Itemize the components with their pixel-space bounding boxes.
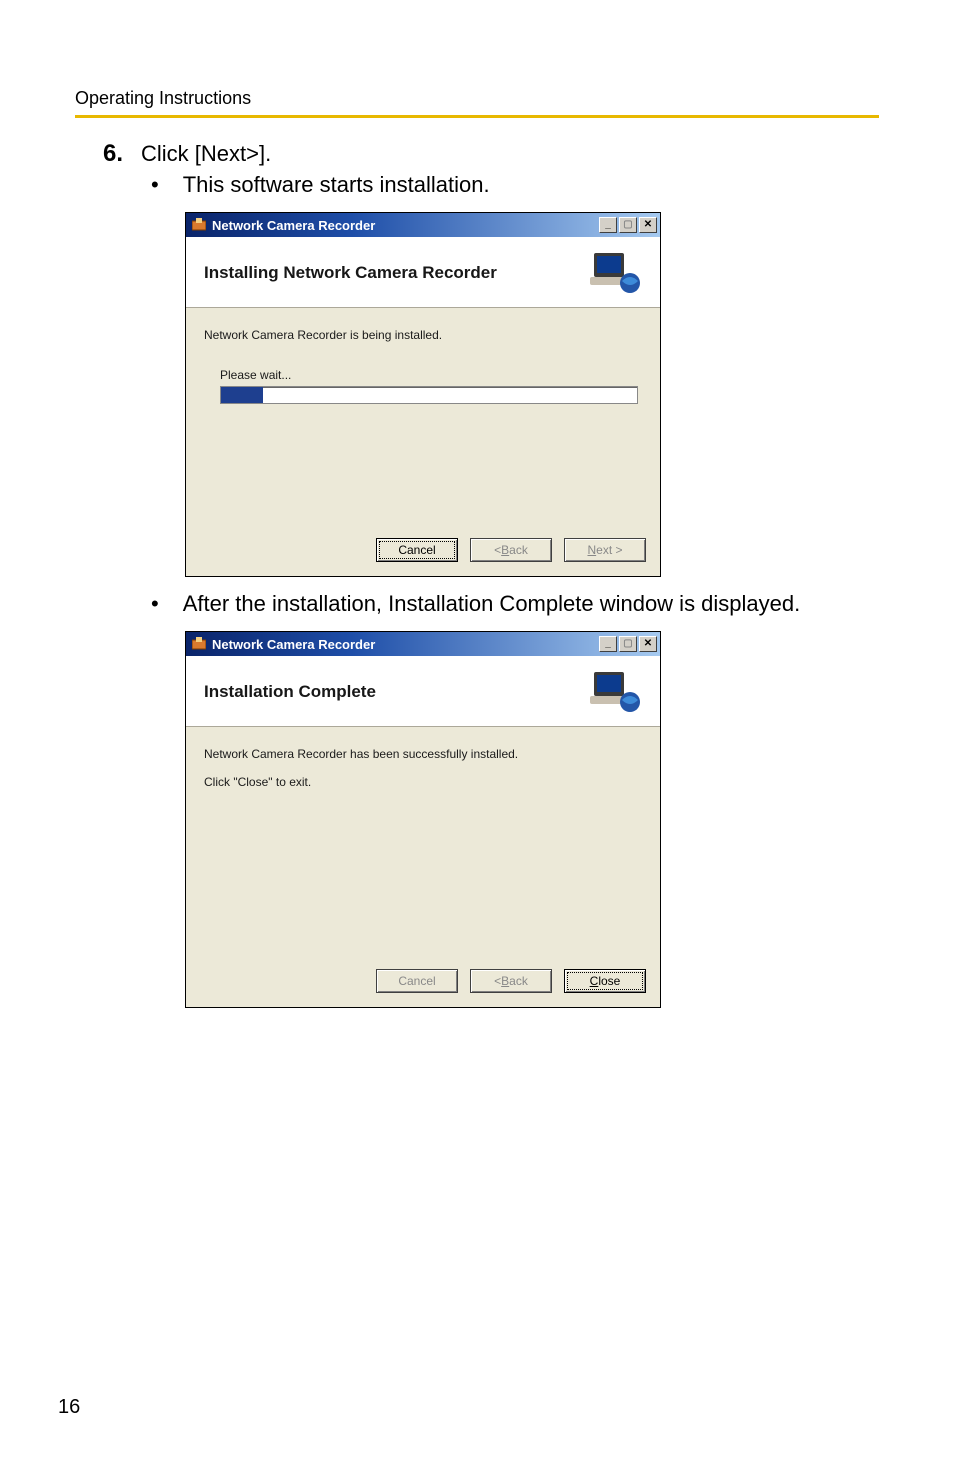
- bullet-row-2: • After the installation, Installation C…: [151, 591, 879, 617]
- bullet-dot-icon: •: [151, 174, 159, 196]
- dialog-heading: Installing Network Camera Recorder: [204, 263, 588, 283]
- next-button: Next >: [564, 538, 646, 562]
- dialog-footer: Cancel < Back Next >: [186, 528, 660, 576]
- installer-small-icon: [191, 636, 207, 652]
- bullet-row-1: • This software starts installation.: [151, 172, 879, 198]
- titlebar-title: Network Camera Recorder: [212, 637, 599, 652]
- step-text: Click [Next>].: [141, 141, 271, 167]
- step-number: 6.: [103, 140, 123, 168]
- cancel-button[interactable]: Cancel: [376, 538, 458, 562]
- bullet-dot-icon: •: [151, 593, 159, 615]
- body-text-2: Click "Close" to exit.: [204, 775, 642, 789]
- titlebar-title: Network Camera Recorder: [212, 218, 599, 233]
- cancel-button: Cancel: [376, 969, 458, 993]
- dialog-body: Network Camera Recorder has been success…: [186, 727, 660, 959]
- body-text-1: Network Camera Recorder has been success…: [204, 747, 642, 761]
- page-header: Operating Instructions: [75, 88, 879, 109]
- progress-fill: [221, 387, 263, 403]
- minimize-button[interactable]: _: [599, 217, 617, 233]
- install-complete-dialog: Network Camera Recorder _ ▢ ✕ Installati…: [185, 631, 661, 1008]
- dialog-heading: Installation Complete: [204, 682, 588, 702]
- maximize-button: ▢: [619, 217, 637, 233]
- installer-small-icon: [191, 217, 207, 233]
- titlebar: Network Camera Recorder _ ▢ ✕: [186, 213, 660, 237]
- bullet-text-1: This software starts installation.: [183, 172, 490, 198]
- dialog-footer: Cancel < Back Close: [186, 959, 660, 1007]
- back-button: < Back: [470, 538, 552, 562]
- maximize-button: ▢: [619, 636, 637, 652]
- titlebar: Network Camera Recorder _ ▢ ✕: [186, 632, 660, 656]
- progress-label: Please wait...: [220, 368, 642, 382]
- body-text-1: Network Camera Recorder is being install…: [204, 328, 642, 342]
- progress-bar: [220, 386, 638, 404]
- step-row: 6. Click [Next>].: [103, 140, 879, 168]
- header-rule: [75, 115, 879, 118]
- monitor-globe-icon: [588, 251, 642, 295]
- back-button: < Back: [470, 969, 552, 993]
- close-button[interactable]: ✕: [639, 217, 657, 233]
- bullet-text-2: After the installation, Installation Com…: [183, 591, 801, 617]
- install-progress-dialog: Network Camera Recorder _ ▢ ✕ Installing…: [185, 212, 661, 577]
- dialog-body: Network Camera Recorder is being install…: [186, 308, 660, 528]
- dialog-header: Installation Complete: [186, 656, 660, 727]
- page-number: 16: [58, 1396, 80, 1419]
- close-button[interactable]: ✕: [639, 636, 657, 652]
- close-button-dialog[interactable]: Close: [564, 969, 646, 993]
- dialog-header: Installing Network Camera Recorder: [186, 237, 660, 308]
- minimize-button[interactable]: _: [599, 636, 617, 652]
- monitor-globe-icon: [588, 670, 642, 714]
